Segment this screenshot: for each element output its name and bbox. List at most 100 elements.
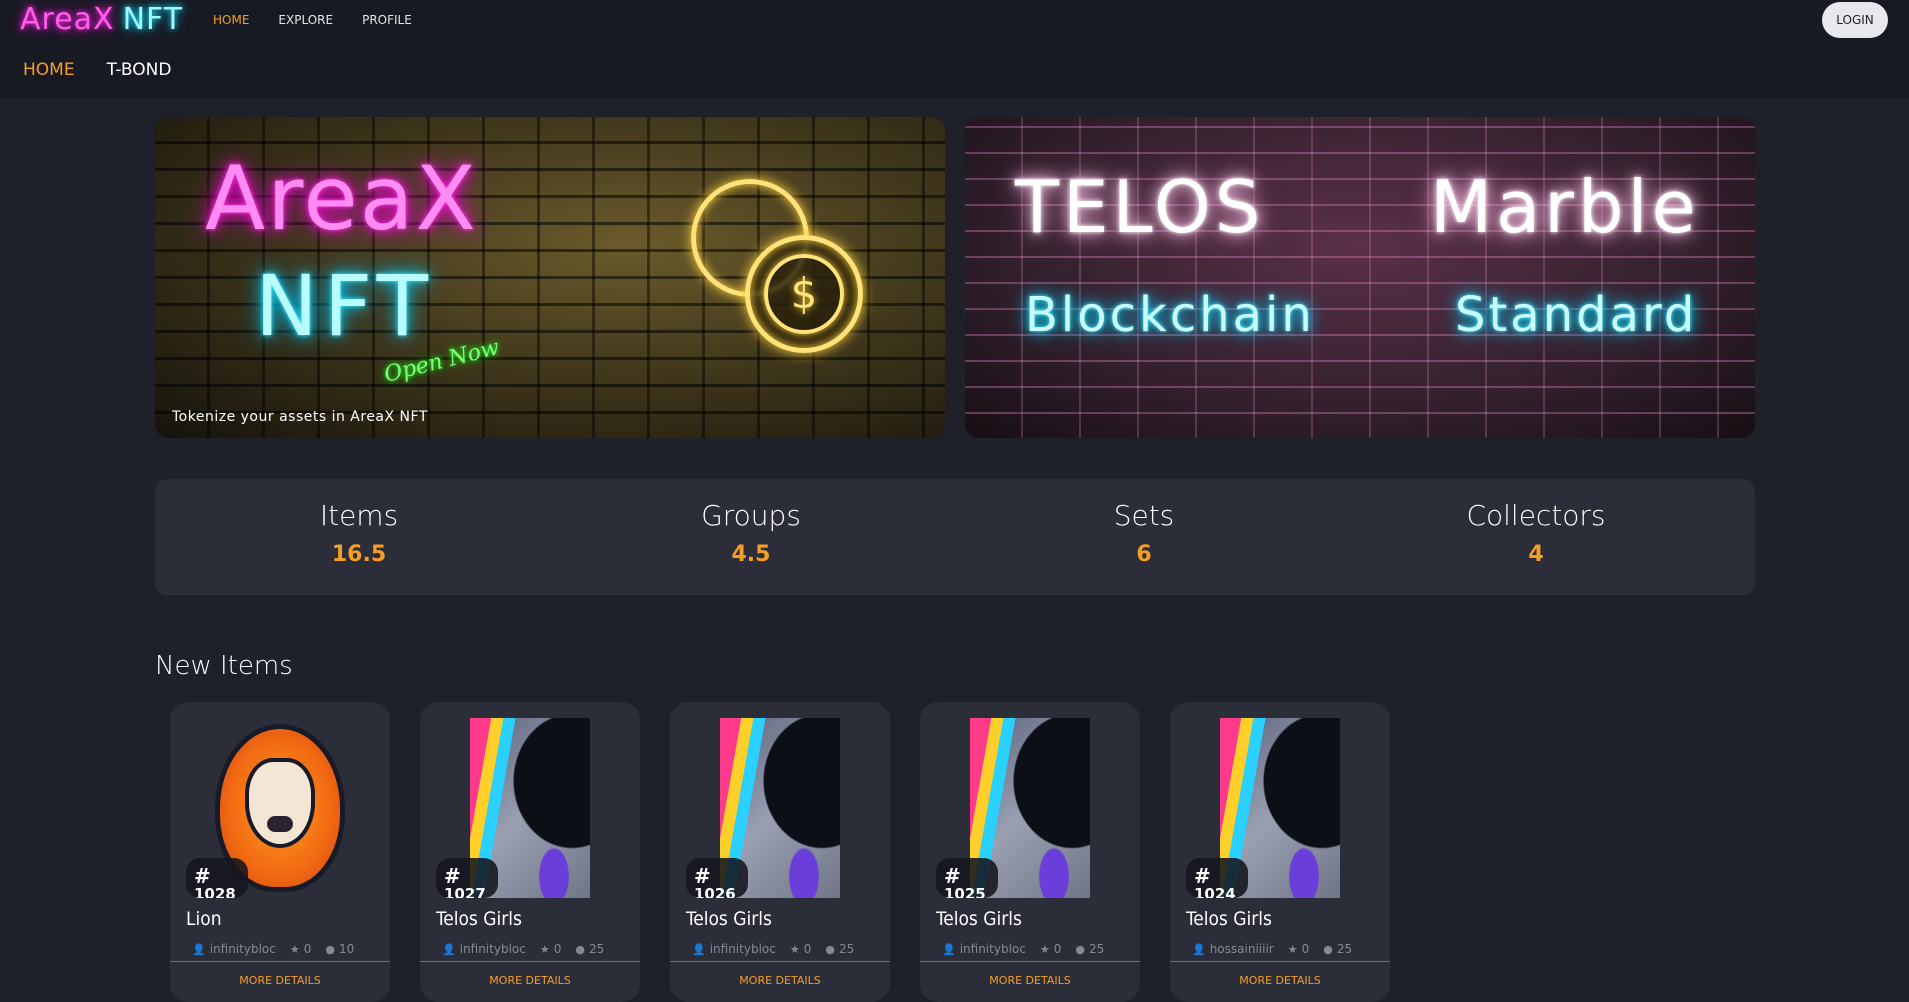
card-divider [1170, 961, 1390, 962]
nft-meta: 👤 infinitybloc ★ 0 ● 25 [692, 942, 868, 956]
nft-count: 25 [838, 942, 855, 956]
stat-sets: Sets 6 [948, 479, 1340, 567]
nft-likes: 0 [1053, 942, 1062, 956]
stat-value: 6 [1136, 542, 1152, 567]
circle-icon: ● [825, 942, 835, 956]
nft-meta: 👤 infinitybloc ★ 0 ● 10 [192, 942, 368, 956]
item-number-badge: # 1028 [186, 858, 248, 898]
circle-icon: ● [1075, 942, 1085, 956]
banner-neon-standard: Standard [1455, 287, 1698, 343]
item-number: 1028 [194, 885, 236, 898]
nft-card[interactable]: # 1024 Telos Girls 👤 hossainiiiir ★ 0 ● 25 … [1170, 702, 1390, 1002]
user-icon: 👤 [442, 942, 456, 956]
stat-value: 16.5 [331, 542, 387, 567]
banner-telos-marble[interactable]: TELOS Marble Blockchain Standard [965, 117, 1755, 438]
nav-link-explore[interactable]: EXPLORE [278, 11, 333, 29]
more-details-link[interactable]: MORE DETAILS [420, 974, 640, 987]
nft-card[interactable]: # 1026 Telos Girls 👤 infinitybloc ★ 0 ● 25 … [670, 702, 890, 1002]
nft-owner[interactable]: infinitybloc [460, 942, 526, 956]
banner-neon-areax: AreaX [205, 147, 478, 250]
stat-label: Collectors [1466, 499, 1606, 532]
nft-likes: 0 [553, 942, 562, 956]
nft-likes: 0 [1301, 942, 1310, 956]
banner-neon-telos: TELOS [1015, 165, 1265, 249]
stats-panel: Items 16.5 Groups 4.5 Sets 6 Collectors … [155, 479, 1755, 595]
banner-areax-nft[interactable]: AreaX NFT Open Now $ Tokenize your asset… [155, 117, 945, 438]
item-number: 1025 [944, 885, 986, 898]
nft-count: 25 [1336, 942, 1353, 956]
nft-owner[interactable]: infinitybloc [210, 942, 276, 956]
banner-neon-marble: Marble [1430, 165, 1700, 249]
lion-face [245, 758, 315, 848]
logo-text-areax: AreaX [20, 2, 115, 37]
logo-text-nft: NFT [122, 2, 184, 37]
banner-tagline: Tokenize your assets in AreaX NFT [172, 409, 428, 425]
banner-neon-blockchain: Blockchain [1025, 287, 1315, 343]
nft-count: 10 [338, 942, 355, 956]
stat-label: Items [319, 499, 399, 532]
item-number: 1026 [694, 885, 736, 898]
circle-icon: ● [325, 942, 335, 956]
stat-value: 4 [1528, 542, 1544, 567]
nft-meta: 👤 hossainiiiir ★ 0 ● 25 [1192, 942, 1366, 956]
nft-card[interactable]: # 1027 Telos Girls 👤 infinitybloc ★ 0 ● 25 … [420, 702, 640, 1002]
circle-icon: ● [1323, 942, 1333, 956]
nav-link-home[interactable]: HOME [213, 11, 249, 29]
nft-likes: 0 [303, 942, 312, 956]
brand-logo[interactable]: AreaX NFT [20, 0, 183, 40]
nft-owner[interactable]: infinitybloc [960, 942, 1026, 956]
top-navigation: HOME EXPLORE PROFILE [213, 11, 441, 29]
banner-neon-nft: NFT [255, 257, 434, 355]
stat-items: Items 16.5 [163, 479, 555, 567]
stat-groups: Groups 4.5 [555, 479, 947, 567]
item-number-badge: # 1026 [686, 858, 748, 898]
user-icon: 👤 [942, 942, 956, 956]
stat-label: Groups [701, 499, 801, 532]
nft-owner[interactable]: infinitybloc [710, 942, 776, 956]
new-items-title: New Items [155, 651, 293, 681]
item-number-badge: # 1025 [936, 858, 998, 898]
nft-card[interactable]: # 1025 Telos Girls 👤 infinitybloc ★ 0 ● 25 … [920, 702, 1140, 1002]
nft-owner[interactable]: hossainiiiir [1210, 942, 1274, 956]
card-divider [170, 961, 390, 962]
circle-icon: ● [575, 942, 585, 956]
more-details-link[interactable]: MORE DETAILS [170, 974, 390, 987]
star-icon: ★ [1287, 942, 1298, 956]
dollar-coin-icon: $ [745, 235, 863, 353]
lion-nose [267, 816, 293, 832]
nft-title[interactable]: Telos Girls [936, 908, 1022, 930]
subnav-link-t-bond[interactable]: T-BOND [107, 60, 172, 80]
stat-label: Sets [1113, 499, 1175, 532]
top-header: AreaX NFT HOME EXPLORE PROFILE LOGIN HOME… [0, 0, 1909, 98]
user-icon: 👤 [1192, 942, 1206, 956]
stat-value: 4.5 [731, 542, 771, 567]
stat-collectors: Collectors 4 [1340, 479, 1732, 567]
star-icon: ★ [289, 942, 300, 956]
star-icon: ★ [1039, 942, 1050, 956]
subnav-link-home[interactable]: HOME [23, 60, 75, 80]
star-icon: ★ [539, 942, 550, 956]
nav-link-profile[interactable]: PROFILE [362, 11, 412, 29]
nft-title[interactable]: Telos Girls [436, 908, 522, 930]
nft-title[interactable]: Telos Girls [1186, 908, 1272, 930]
nft-likes: 0 [803, 942, 812, 956]
card-divider [920, 961, 1140, 962]
item-number-badge: # 1024 [1186, 858, 1248, 898]
nft-meta: 👤 infinitybloc ★ 0 ● 25 [442, 942, 618, 956]
more-details-link[interactable]: MORE DETAILS [670, 974, 890, 987]
nft-title[interactable]: Lion [186, 908, 222, 930]
dollar-symbol: $ [764, 254, 844, 334]
nft-card[interactable]: # 1028 Lion 👤 infinitybloc ★ 0 ● 10 MORE DE… [170, 702, 390, 1002]
user-icon: 👤 [192, 942, 206, 956]
more-details-link[interactable]: MORE DETAILS [1170, 974, 1390, 987]
nft-count: 25 [588, 942, 605, 956]
card-divider [420, 961, 640, 962]
star-icon: ★ [789, 942, 800, 956]
nft-meta: 👤 infinitybloc ★ 0 ● 25 [942, 942, 1118, 956]
login-button[interactable]: LOGIN [1822, 2, 1888, 38]
item-number-badge: # 1027 [436, 858, 498, 898]
more-details-link[interactable]: MORE DETAILS [920, 974, 1140, 987]
item-number: 1024 [1194, 885, 1236, 898]
nft-title[interactable]: Telos Girls [686, 908, 772, 930]
nft-count: 25 [1088, 942, 1105, 956]
